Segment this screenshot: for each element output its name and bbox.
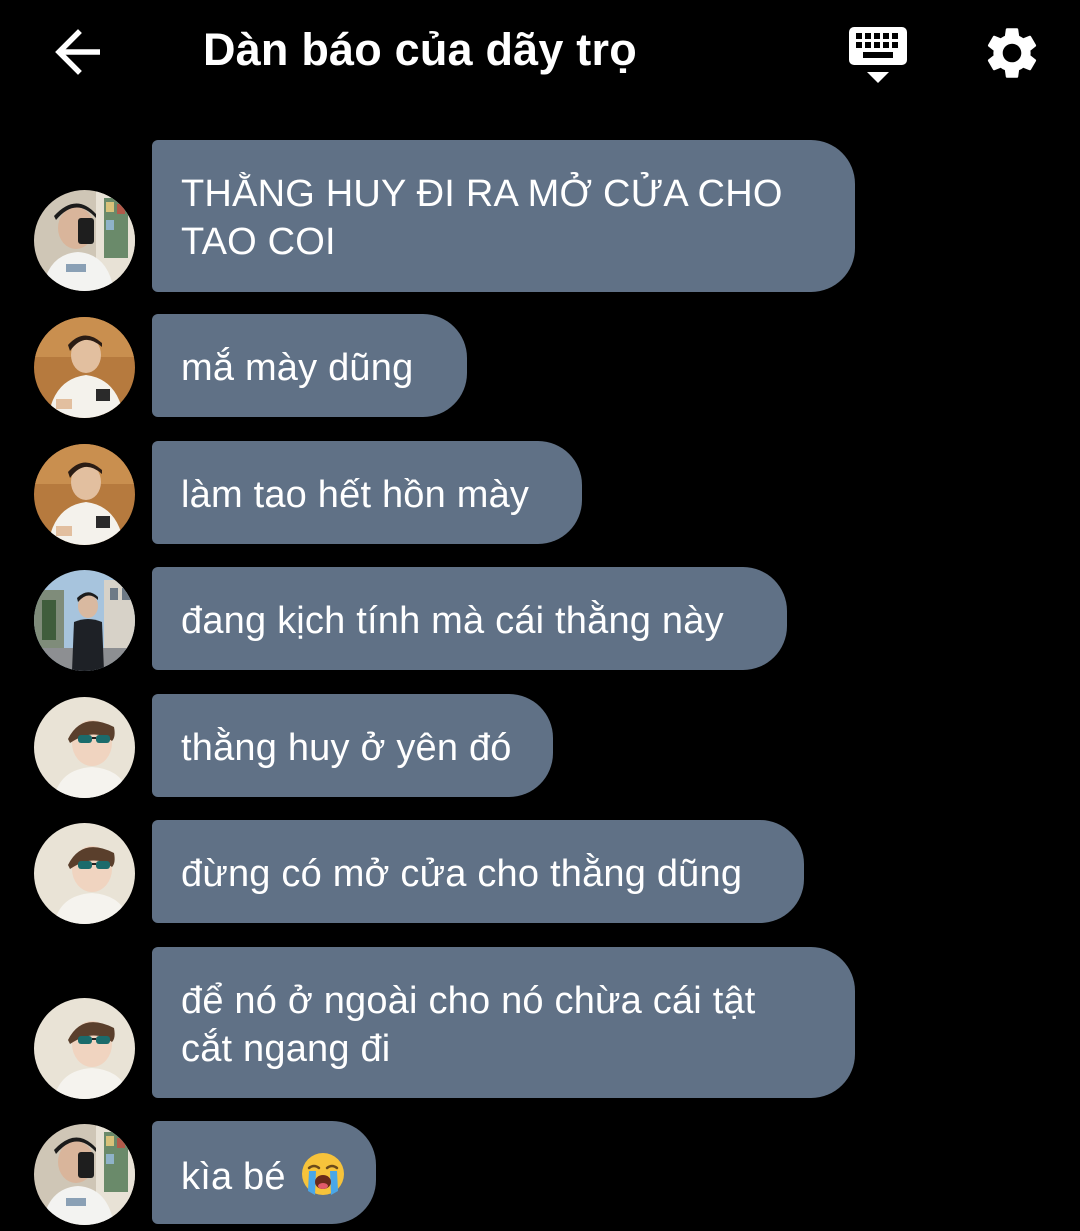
message-text-line: TAO COI: [181, 221, 336, 263]
message-text-line: THẰNG HUY ĐI RA MỞ CỬA CHO: [181, 173, 783, 215]
message-text-line: mắ mày dũng: [181, 347, 414, 389]
loudly-crying-face-icon: [300, 1151, 346, 1209]
message-text-line: để nó ở ngoài cho nó chừa cái tật: [181, 980, 756, 1022]
message-text-line: đang kịch tính mà cái thằng này: [181, 600, 724, 642]
message-text-line: kìa bé: [181, 1156, 286, 1198]
message-text-line: cắt ngang đi: [181, 1028, 391, 1070]
message-list[interactable]: THẰNG HUY ĐI RA MỞ CỬA CHO TAO COI mắ mà…: [0, 0, 1080, 1231]
message-text-line: làm tao hết hồn mày: [181, 474, 530, 516]
avatar[interactable]: [34, 823, 135, 924]
avatar[interactable]: [34, 1124, 135, 1225]
avatar[interactable]: [34, 697, 135, 798]
message-text-line: thằng huy ở yên đó: [181, 727, 512, 769]
avatar[interactable]: [34, 998, 135, 1099]
message-bubble[interactable]: mắ mày dũng: [152, 314, 467, 417]
message-bubble[interactable]: kìa bé: [152, 1121, 376, 1224]
message-bubble[interactable]: làm tao hết hồn mày: [152, 441, 582, 544]
message-bubble[interactable]: đừng có mở cửa cho thằng dũng: [152, 820, 804, 923]
avatar[interactable]: [34, 444, 135, 545]
avatar[interactable]: [34, 570, 135, 671]
avatar[interactable]: [34, 317, 135, 418]
avatar[interactable]: [34, 190, 135, 291]
message-text-line: đừng có mở cửa cho thằng dũng: [181, 853, 743, 895]
message-bubble[interactable]: thằng huy ở yên đó: [152, 694, 553, 797]
message-bubble[interactable]: đang kịch tính mà cái thằng này: [152, 567, 787, 670]
message-bubble[interactable]: THẰNG HUY ĐI RA MỞ CỬA CHO TAO COI: [152, 140, 855, 292]
message-bubble[interactable]: để nó ở ngoài cho nó chừa cái tật cắt ng…: [152, 947, 855, 1098]
